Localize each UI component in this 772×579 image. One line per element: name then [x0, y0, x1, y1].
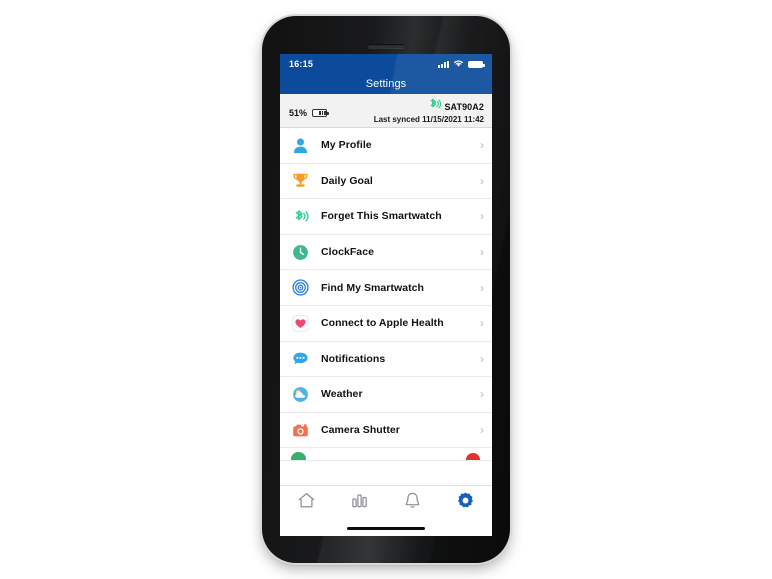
page-title: Settings: [365, 78, 407, 90]
home-indicator-area: [280, 520, 492, 536]
settings-row-label: Camera Shutter: [321, 424, 400, 437]
last-synced-text: Last synced 11/15/2021 11:42: [373, 115, 484, 124]
person-icon: [291, 136, 309, 154]
tab-home[interactable]: [280, 486, 333, 520]
watch-battery-row: 51%: [289, 108, 329, 118]
settings-row-camera-shutter[interactable]: Camera Shutter ›: [280, 412, 492, 449]
paired-device-row: SAT90A2: [427, 97, 484, 116]
phone-device: 16:15 Settings SAT90A2 51% Last synced 1…: [262, 16, 510, 563]
chevron-right-icon: ›: [480, 316, 484, 331]
settings-list[interactable]: My Profile › Daily Goal › Forget This Sm…: [280, 128, 492, 485]
watch-battery-percent: 51%: [289, 108, 308, 118]
tab-activity[interactable]: [333, 486, 386, 520]
settings-row-label: Find My Smartwatch: [321, 281, 424, 294]
red-circle-icon: [466, 453, 480, 461]
cellular-signal-icon: [438, 60, 449, 68]
settings-row-daily-goal[interactable]: Daily Goal ›: [280, 163, 492, 200]
chevron-right-icon: ›: [480, 423, 484, 438]
wifi-icon: [453, 55, 464, 73]
chevron-right-icon: ›: [480, 351, 484, 366]
camera-icon: [291, 421, 309, 439]
tab-bar[interactable]: [280, 485, 492, 520]
chevron-right-icon: ›: [480, 138, 484, 153]
tab-alarms[interactable]: [386, 486, 439, 520]
radar-target-icon: [291, 279, 309, 297]
settings-row-forget-smartwatch[interactable]: Forget This Smartwatch ›: [280, 199, 492, 235]
status-bar: 16:15: [280, 54, 492, 74]
chevron-right-icon: ›: [480, 173, 484, 188]
sun-cloud-icon: [291, 385, 309, 403]
bluetooth-signal-icon: [291, 207, 309, 225]
settings-row-label: Notifications: [321, 352, 386, 365]
chevron-right-icon: ›: [480, 387, 484, 402]
settings-row-partial[interactable]: [280, 448, 492, 462]
settings-row-weather[interactable]: Weather ›: [280, 377, 492, 413]
settings-row-label: Forget This Smartwatch: [321, 210, 442, 223]
battery-icon: [468, 60, 485, 68]
paired-device-strip: SAT90A2 51% Last synced 11/15/2021 11:42: [280, 94, 492, 128]
speech-bubble-icon: [291, 350, 309, 368]
home-indicator[interactable]: [347, 526, 425, 530]
gear-icon: [456, 491, 475, 515]
clock-face-icon: [291, 243, 309, 261]
settings-row-clockface[interactable]: ClockFace ›: [280, 234, 492, 271]
settings-row-label: Daily Goal: [321, 174, 373, 187]
settings-row-label: ClockFace: [321, 246, 374, 259]
settings-row-label: Connect to Apple Health: [321, 317, 444, 330]
settings-row-connect-apple-health[interactable]: Connect to Apple Health ›: [280, 305, 492, 342]
settings-row-label: My Profile: [321, 139, 372, 152]
watch-battery-icon: [312, 109, 329, 117]
bluetooth-icon: [427, 97, 442, 116]
settings-row-notifications[interactable]: Notifications ›: [280, 341, 492, 378]
chevron-right-icon: ›: [480, 245, 484, 260]
status-bar-icons: [438, 55, 485, 73]
settings-row-my-profile[interactable]: My Profile ›: [280, 128, 492, 164]
chevron-right-icon: ›: [480, 209, 484, 224]
phone-screen: 16:15 Settings SAT90A2 51% Last synced 1…: [280, 54, 492, 536]
navigation-bar: Settings: [280, 74, 492, 94]
paired-device-name: SAT90A2: [444, 101, 484, 112]
tab-settings[interactable]: [439, 486, 492, 520]
settings-row-label: Weather: [321, 388, 363, 401]
heart-health-icon: [291, 314, 309, 332]
status-bar-time: 16:15: [289, 59, 314, 69]
bar-chart-icon: [350, 491, 369, 515]
earpiece-speaker: [368, 44, 404, 48]
chevron-right-icon: ›: [480, 280, 484, 295]
bell-icon: [403, 491, 422, 515]
green-circle-icon: [291, 452, 306, 461]
settings-row-find-my-smartwatch[interactable]: Find My Smartwatch ›: [280, 270, 492, 306]
trophy-icon: [291, 172, 309, 190]
home-icon: [297, 491, 316, 515]
